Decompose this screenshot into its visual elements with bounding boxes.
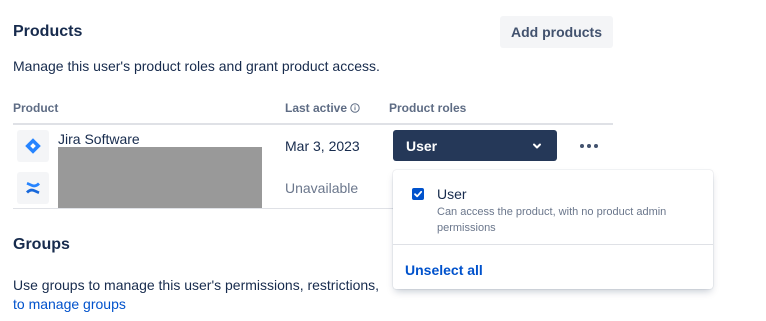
- role-dropdown-menu: User Can access the product, with no pro…: [393, 170, 713, 289]
- user-role-description-line2: permissions: [437, 222, 496, 234]
- header-last-active-label: Last active: [285, 101, 348, 115]
- last-active-value: Mar 3, 2023: [285, 138, 360, 154]
- user-role-label[interactable]: User: [437, 186, 467, 202]
- user-role-checkbox[interactable]: [412, 188, 424, 200]
- unselect-all-button[interactable]: Unselect all: [405, 262, 483, 278]
- header-product: Product: [13, 101, 59, 115]
- last-active-value: Unavailable: [285, 180, 359, 196]
- info-icon[interactable]: [350, 103, 360, 113]
- check-icon: [414, 190, 423, 198]
- more-actions-button[interactable]: [573, 132, 605, 160]
- header-last-active: Last active: [285, 101, 360, 115]
- dropdown-divider: [393, 244, 713, 245]
- product-role-select[interactable]: User: [393, 130, 557, 161]
- products-description: Manage this user's product roles and gra…: [13, 58, 380, 74]
- groups-description: Use groups to manage this user's permiss…: [13, 277, 380, 293]
- table-header-divider: [13, 123, 613, 125]
- manage-groups-link[interactable]: to manage groups: [13, 296, 126, 312]
- add-products-button[interactable]: Add products: [500, 16, 613, 48]
- products-title: Products: [13, 23, 83, 40]
- jira-software-icon: [17, 130, 49, 162]
- chevron-down-icon: [531, 140, 543, 152]
- product-name: Jira Software: [58, 131, 140, 147]
- groups-title: Groups: [13, 236, 70, 253]
- redacted-region: [58, 147, 262, 208]
- confluence-icon: [17, 172, 49, 204]
- user-role-description-line1: Can access the product, with no product …: [437, 206, 667, 218]
- product-role-value: User: [406, 137, 438, 154]
- header-product-roles: Product roles: [389, 101, 467, 115]
